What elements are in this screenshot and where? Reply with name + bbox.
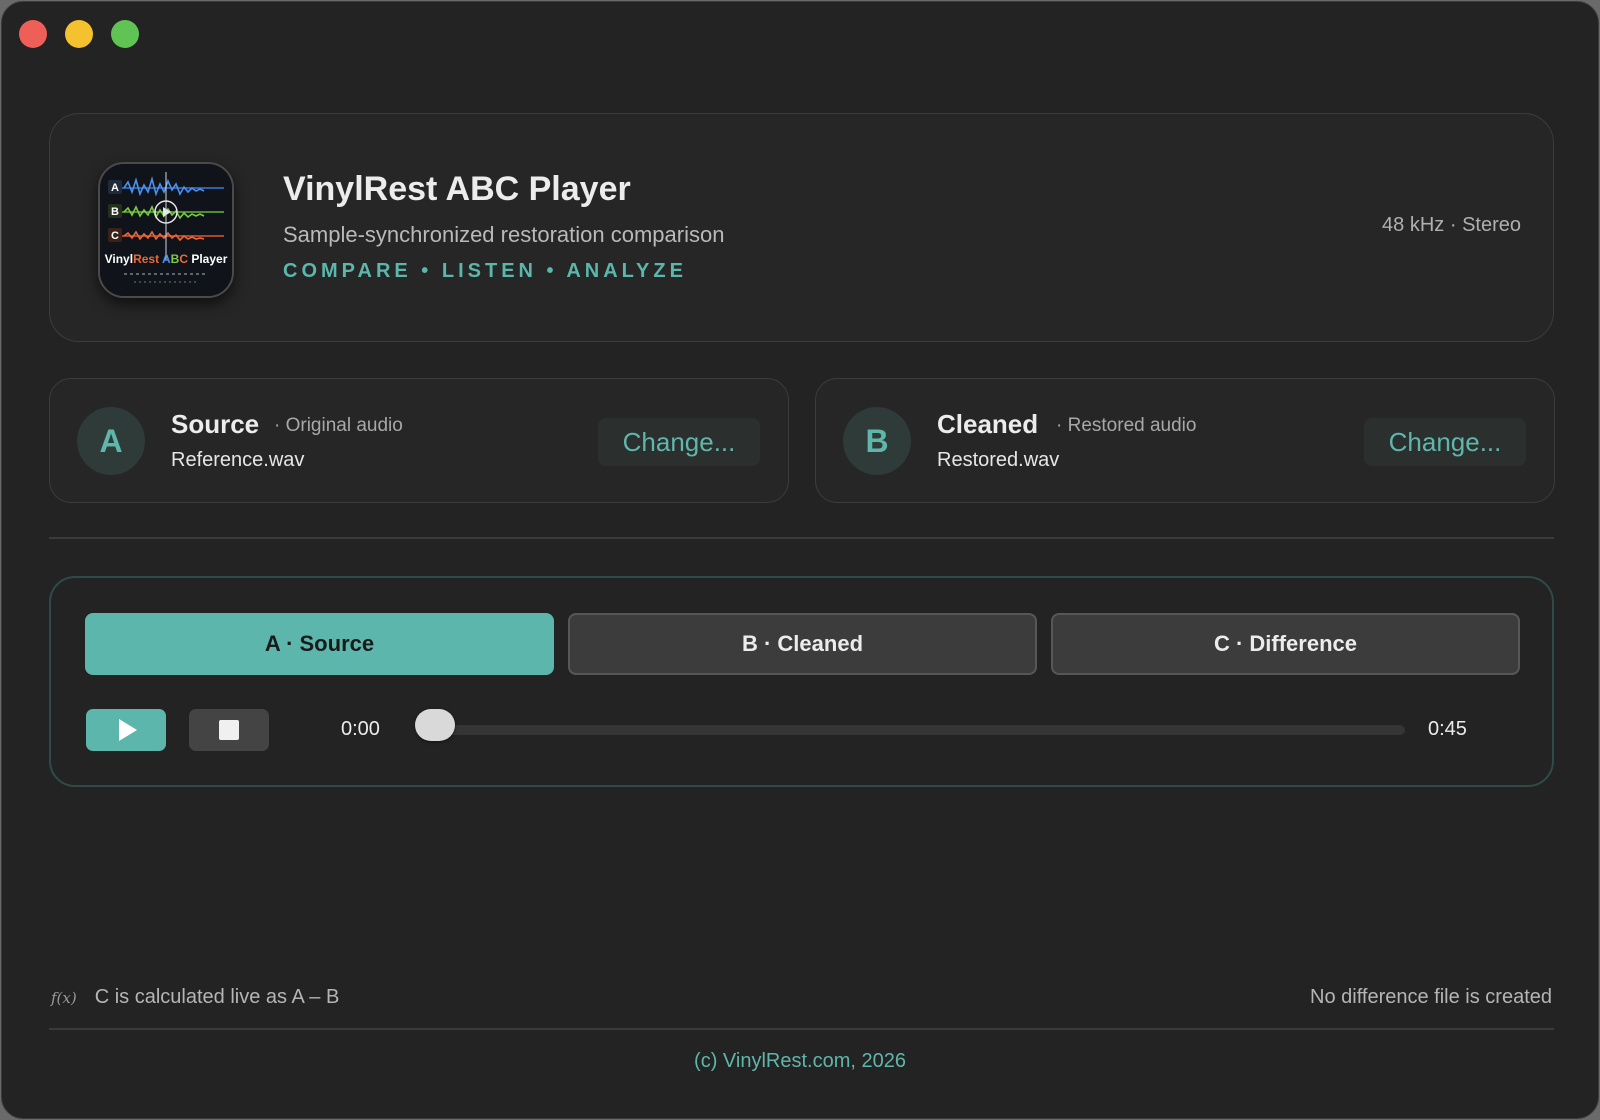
app-icon: A B C VinylRest ABC Player [98,162,234,298]
player-card: A · Source B · Cleaned C · Difference 0:… [49,576,1554,787]
app-tagline: COMPARE • LISTEN • ANALYZE [283,260,687,282]
difference-file-note: No difference file is created [1310,986,1552,1008]
source-a-filename: Reference.wav [171,449,305,471]
source-b-description: · Restored audio [1056,415,1197,436]
segment-c-difference[interactable]: C · Difference [1051,613,1520,675]
minimize-window-button[interactable] [65,20,93,48]
change-source-a-button[interactable]: Change... [598,418,760,466]
waveform-icon: A B C VinylRest ABC Player [100,164,232,296]
play-icon [119,719,137,741]
copyright: (c) VinylRest.com, 2026 [694,1050,906,1072]
svg-text:C: C [111,230,119,242]
formula-note-text: C is calculated live as A – B [94,986,340,1008]
app-window: A B C VinylRest ABC Player VinylRest ABC… [1,1,1599,1119]
source-a-badge: A [77,407,145,475]
scrubber-knob[interactable] [415,709,455,741]
segment-b-cleaned[interactable]: B · Cleaned [568,613,1037,675]
change-source-b-button[interactable]: Change... [1364,418,1526,466]
function-icon: f(x) [51,988,77,1007]
source-a-card: A Source · Original audio Reference.wav … [49,378,789,503]
current-time: 0:00 [341,718,380,740]
window-controls [19,20,139,48]
maximize-window-button[interactable] [111,20,139,48]
total-duration: 0:45 [1428,718,1467,740]
source-b-filename: Restored.wav [937,449,1060,471]
audio-format-info: 48 kHz · Stereo [1382,214,1521,236]
svg-text:A: A [111,182,119,194]
app-subtitle: Sample-synchronized restoration comparis… [283,222,725,247]
close-window-button[interactable] [19,20,47,48]
stop-icon [219,720,239,740]
segment-a-source[interactable]: A · Source [85,613,554,675]
stop-button[interactable] [189,709,269,751]
section-divider [49,537,1554,539]
formula-note: f(x) C is calculated live as A – B [51,986,339,1009]
source-a-title: Source [171,409,260,439]
app-title: VinylRest ABC Player [283,170,631,208]
svg-text:B: B [111,206,119,218]
play-button[interactable] [86,709,166,751]
source-b-title: Cleaned [937,409,1039,439]
source-a-description: · Original audio [274,415,403,436]
footer-divider [49,1028,1554,1030]
header-card: A B C VinylRest ABC Player VinylRest ABC… [49,113,1554,342]
playback-scrubber[interactable] [415,709,1405,741]
source-b-badge: B [843,407,911,475]
svg-text:VinylRest ABC Player: VinylRest ABC Player [105,252,228,266]
source-b-card: B Cleaned · Restored audio Restored.wav … [815,378,1555,503]
